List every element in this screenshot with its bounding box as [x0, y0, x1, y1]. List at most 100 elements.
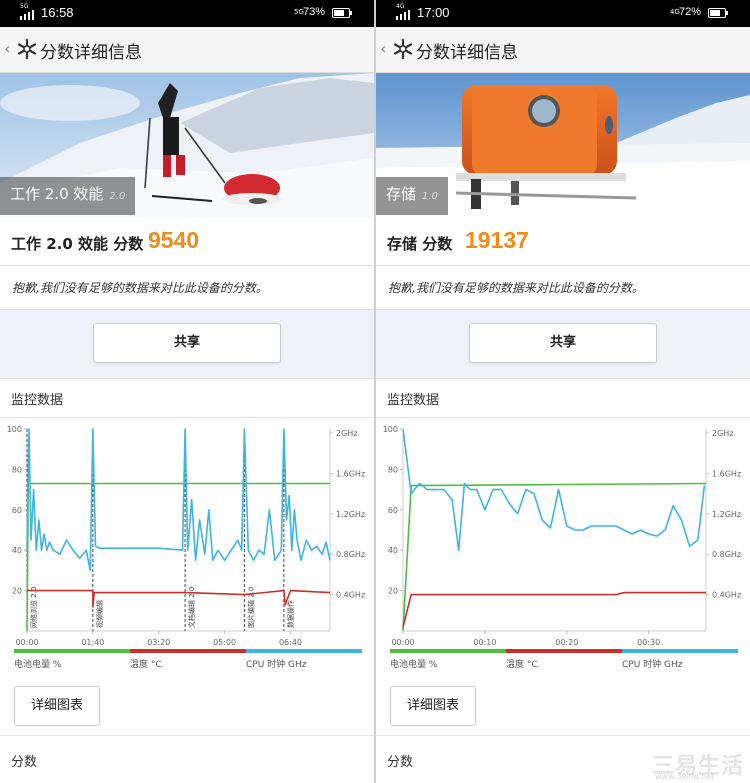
y-tick-label: 20: [388, 587, 398, 596]
y2-tick-label: 1.2GHz: [712, 510, 741, 519]
divider: [376, 735, 750, 736]
battery-percent: 72%: [679, 6, 702, 18]
page-title: 分数详细信息: [40, 43, 142, 63]
y2-tick-label: 0.4GHz: [336, 591, 365, 600]
left-panel: 5G 16:58 5G 73% ‹ 分数详细信息 工作 2.0 效能 2.0 工…: [0, 0, 374, 783]
chart-legend: 电池电量 % 温度 °C CPU 时钟 GHz: [376, 649, 750, 673]
legend-battery: 电池电量 %: [390, 649, 506, 670]
chevron-left-icon[interactable]: ‹: [4, 39, 10, 58]
x-tick-label: 01:40: [81, 638, 104, 647]
y-tick-label: 100: [383, 425, 398, 434]
y2-tick-label: 1.2GHz: [336, 510, 365, 519]
battery-fill: [710, 10, 721, 16]
monitoring-title: 监控数据: [387, 393, 440, 408]
y-tick-label: 80: [388, 465, 398, 474]
comparison-message-row: 抱歉,我们没有足够的数据来对比此设备的分数。: [376, 266, 750, 310]
monitoring-title: 监控数据: [11, 393, 64, 408]
detail-chart-button[interactable]: 详细图表: [390, 686, 476, 726]
y2-tick-label: 0.8GHz: [712, 550, 741, 559]
clock: 17:00: [417, 5, 450, 20]
battery-icon: [708, 8, 728, 18]
hero-caption: 工作 2.0 效能 2.0: [0, 177, 136, 215]
test-version: 1.0: [422, 191, 438, 202]
comparison-message: 抱歉,我们没有足够的数据来对比此设备的分数。: [388, 281, 644, 295]
signal-icon: [396, 8, 412, 20]
y-tick-label: 20: [12, 587, 22, 596]
legend-temperature: 温度 °C: [130, 649, 246, 670]
monitoring-chart[interactable]: 20 40 60 80 100 0.4GHz 0.8GHz 1.2GHz 1.6GHz 2GHz 0…: [0, 419, 374, 649]
x-tick-label: 00:00: [15, 638, 38, 647]
comparison-message: 抱歉,我们没有足够的数据来对比此设备的分数。: [12, 281, 268, 295]
monitoring-chart[interactable]: 20 40 60 80 100 0.4GHz 0.8GHz 1.2GHz 1.6GHz 2GHz 0…: [376, 419, 750, 649]
y2-tick-label: 2GHz: [712, 429, 734, 438]
snowflake-icon: [393, 38, 413, 60]
snowflake-icon: [17, 38, 37, 60]
battery-percent: 73%: [303, 6, 326, 18]
chart-background: [376, 419, 750, 649]
score-value: 9540: [148, 227, 200, 253]
y-tick-label: 40: [12, 546, 22, 555]
hero-caption: 存储 1.0: [376, 177, 448, 215]
divider: [0, 735, 374, 736]
y2-tick-label: 1.6GHz: [336, 469, 365, 478]
chart-legend: 电池电量 % 温度 °C CPU 时钟 GHz: [0, 649, 374, 673]
legend-cpu: CPU 时钟 GHz: [246, 649, 362, 670]
divider: [0, 417, 374, 418]
battery-icon: [332, 8, 352, 18]
y2-tick-label: 2GHz: [336, 429, 358, 438]
y-tick-label: 60: [388, 506, 398, 515]
score-heading: 分数: [11, 755, 38, 770]
y2-tick-label: 1.6GHz: [712, 469, 741, 478]
y-tick-label: 80: [12, 465, 22, 474]
share-section: 共享: [376, 310, 750, 376]
hero-image: 工作 2.0 效能 2.0: [0, 73, 374, 217]
x-tick-label: 00:10: [473, 638, 496, 647]
test-version: 2.0: [109, 191, 126, 202]
top-bar: ‹ 分数详细信息: [376, 27, 750, 73]
share-button[interactable]: 共享: [469, 323, 657, 363]
x-tick-label: 05:00: [213, 638, 236, 647]
top-bar: ‹ 分数详细信息: [0, 27, 374, 73]
test-name: 存储: [386, 185, 417, 203]
score-label: 存储 分数: [387, 235, 453, 253]
watermark-url: www.3elife.net: [655, 772, 715, 781]
score-row: 工作 2.0 效能 分数 9540: [0, 217, 374, 266]
x-tick-label: 00:00: [391, 638, 414, 647]
test-name: 工作 2.0 效能: [10, 185, 104, 203]
phase-marker-label: 数据操作: [286, 600, 295, 628]
share-section: 共享: [0, 310, 374, 376]
legend-cpu-label: CPU 时钟 GHz: [246, 660, 307, 670]
monitoring-section: 监控数据 20 40 60 80 100 0.4GHz 0.8GHz 1.2GHz 1.6GHz…: [376, 378, 750, 783]
share-button[interactable]: 共享: [93, 323, 281, 363]
status-bar: 4G 17:00 4G 72%: [376, 0, 750, 27]
legend-cpu-label: CPU 时钟 GHz: [622, 660, 683, 670]
legend-temperature-label: 温度 °C: [130, 660, 162, 670]
y-tick-label: 40: [388, 546, 398, 555]
score-label: 工作 2.0 效能 分数: [11, 235, 144, 253]
legend-cpu: CPU 时钟 GHz: [622, 649, 738, 670]
battery-fill: [334, 10, 345, 16]
y-tick-label: 100: [7, 425, 22, 434]
hero-image: 存储 1.0: [376, 73, 750, 217]
score-row: 存储 分数 19137: [376, 217, 750, 266]
legend-temperature-label: 温度 °C: [506, 660, 538, 670]
legend-battery-label: 电池电量 %: [14, 660, 62, 670]
legend-battery-label: 电池电量 %: [390, 660, 438, 670]
x-tick-label: 03:20: [147, 638, 170, 647]
page-title: 分数详细信息: [416, 43, 518, 63]
score-value: 19137: [465, 227, 529, 253]
comparison-message-row: 抱歉,我们没有足够的数据来对比此设备的分数。: [0, 266, 374, 310]
legend-battery: 电池电量 %: [14, 649, 130, 670]
phase-marker-label: 视频编辑: [95, 600, 104, 628]
detail-chart-button[interactable]: 详细图表: [14, 686, 100, 726]
score-heading: 分数: [387, 755, 414, 770]
phase-marker-label: 网络浏览 2.0: [29, 587, 38, 628]
status-bar: 5G 16:58 5G 73%: [0, 0, 374, 27]
y-tick-label: 60: [12, 506, 22, 515]
x-tick-label: 00:30: [637, 638, 660, 647]
chevron-left-icon[interactable]: ‹: [380, 39, 386, 58]
x-tick-label: 00:20: [555, 638, 578, 647]
y2-tick-label: 0.8GHz: [336, 550, 365, 559]
clock: 16:58: [41, 5, 74, 20]
legend-temperature: 温度 °C: [506, 649, 622, 670]
